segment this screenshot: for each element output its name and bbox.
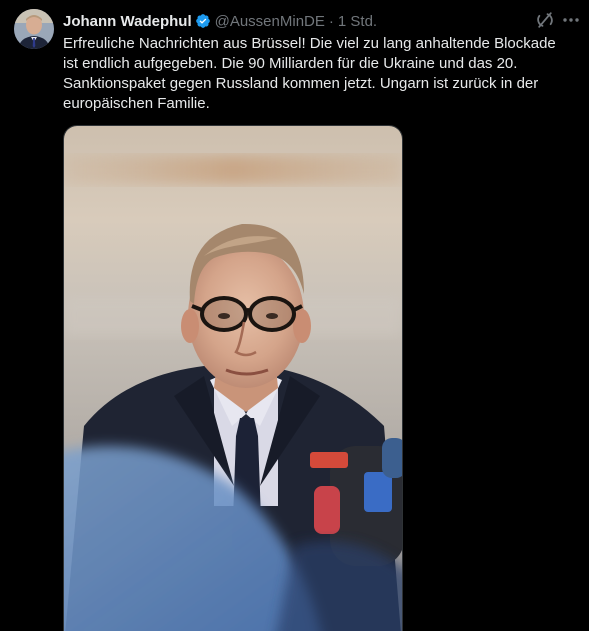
tweet[interactable]: Johann Wadephul @AussenMinDE · 1 Std. Er…	[0, 0, 589, 631]
tweet-text: Erfreuliche Nachrichten aus Brüssel! Die…	[63, 35, 560, 112]
author-handle[interactable]: @AussenMinDE	[215, 13, 325, 30]
tweet-header: Johann Wadephul @AussenMinDE · 1 Std.	[63, 11, 377, 31]
more-options-icon[interactable]	[561, 10, 581, 30]
verified-badge-icon	[195, 13, 211, 29]
grok-icon[interactable]	[535, 10, 555, 30]
author-avatar[interactable]	[14, 9, 54, 49]
timestamp[interactable]: 1 Std.	[338, 13, 377, 30]
author-name[interactable]: Johann Wadephul	[63, 13, 192, 30]
photo-of-man-at-microphones	[64, 126, 402, 631]
tweet-photo[interactable]	[63, 125, 403, 631]
separator-dot: ·	[328, 12, 334, 30]
